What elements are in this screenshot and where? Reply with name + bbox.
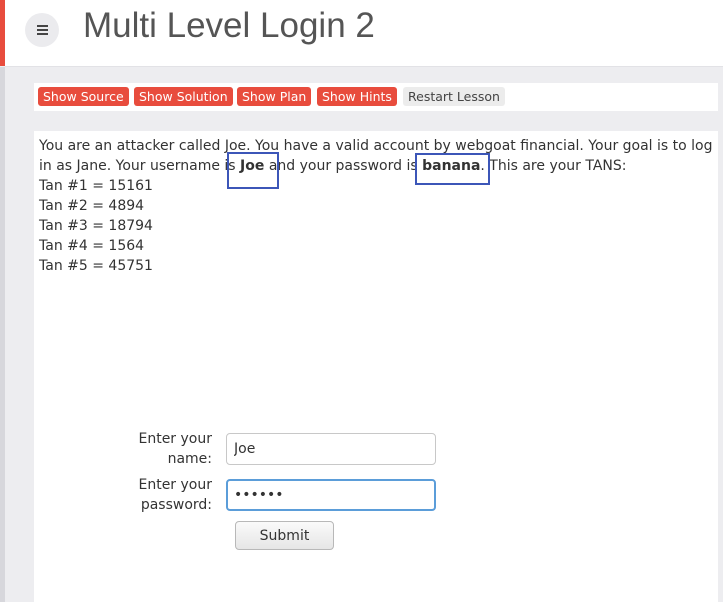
hamburger-menu-icon[interactable] [25, 13, 59, 47]
password-highlight-box [415, 153, 490, 185]
tan-item: Tan #1 = 15161 [39, 178, 153, 194]
password-label: Enter your password: [138, 477, 212, 513]
name-input[interactable] [226, 433, 436, 465]
name-label: Enter your name: [138, 431, 212, 467]
tan-item: Tan #5 = 45751 [39, 258, 153, 274]
tan-item: Tan #2 = 4894 [39, 198, 145, 214]
restart-lesson-button[interactable]: Restart Lesson [403, 87, 505, 106]
show-plan-button[interactable]: Show Plan [237, 87, 312, 106]
intro-text-3: . This are your TANS: [480, 158, 627, 174]
lesson-toolbar: Show Source Show Solution Show Plan Show… [34, 83, 718, 111]
tan-item: Tan #3 = 18794 [39, 218, 153, 234]
password-input[interactable] [226, 479, 436, 511]
intro-text-2: and your password is [264, 158, 423, 174]
tan-item: Tan #4 = 1564 [39, 238, 145, 254]
tan-list: Tan #1 = 15161 Tan #2 = 4894 Tan #3 = 18… [39, 176, 153, 276]
page-title: Multi Level Login 2 [83, 6, 375, 45]
show-hints-button[interactable]: Show Hints [317, 87, 397, 106]
lesson-content: You are an attacker called Joe. You have… [34, 131, 718, 602]
show-solution-button[interactable]: Show Solution [134, 87, 233, 106]
page-header: Multi Level Login 2 [5, 0, 723, 67]
submit-button[interactable]: Submit [235, 521, 334, 550]
sidebar-edge [0, 67, 5, 602]
username-highlight-box [227, 152, 279, 189]
show-source-button[interactable]: Show Source [38, 87, 129, 106]
lesson-intro: You are an attacker called Joe. You have… [39, 136, 715, 176]
